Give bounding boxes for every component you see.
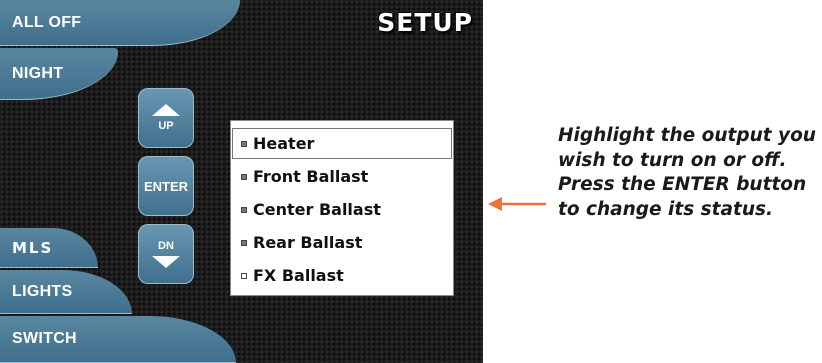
chevron-down-icon bbox=[152, 256, 180, 268]
all-off-label: ALL OFF bbox=[12, 13, 82, 31]
output-label: Heater bbox=[253, 134, 315, 153]
checkbox-icon bbox=[241, 206, 247, 213]
list-item[interactable]: Center Ballast bbox=[231, 193, 453, 226]
mls-button[interactable]: MLS bbox=[0, 228, 98, 268]
checkbox-icon bbox=[241, 140, 247, 147]
night-label: NIGHT bbox=[12, 64, 64, 82]
lights-label: LIGHTS bbox=[12, 282, 73, 300]
down-label: DN bbox=[158, 240, 174, 252]
list-item[interactable]: Heater bbox=[231, 127, 453, 160]
checkbox-icon bbox=[241, 272, 247, 279]
checkbox-icon bbox=[241, 173, 247, 180]
switch-button[interactable]: SWITCH bbox=[0, 316, 236, 363]
list-item[interactable]: Front Ballast bbox=[231, 160, 453, 193]
checkbox-icon bbox=[241, 239, 247, 246]
output-label: FX Ballast bbox=[253, 266, 344, 285]
mls-label: MLS bbox=[12, 238, 54, 257]
output-label: Rear Ballast bbox=[253, 233, 363, 252]
enter-label: ENTER bbox=[143, 178, 189, 194]
lights-button[interactable]: LIGHTS bbox=[0, 270, 132, 314]
all-off-button[interactable]: ALL OFF bbox=[0, 0, 240, 46]
output-label: Front Ballast bbox=[253, 167, 369, 186]
chevron-up-icon bbox=[152, 104, 180, 116]
instruction-text: Highlight the output you wish to turn on… bbox=[558, 125, 816, 220]
output-label: Center Ballast bbox=[253, 200, 381, 219]
switch-label: SWITCH bbox=[12, 330, 77, 347]
device-screen: ALL OFF NIGHT MLS LIGHTS SWITCH SETUP UP… bbox=[0, 0, 483, 363]
output-list: Heater Front Ballast Center Ballast Rear… bbox=[230, 120, 454, 296]
arrow-left-icon bbox=[488, 197, 546, 211]
list-item[interactable]: FX Ballast bbox=[231, 259, 453, 292]
night-button[interactable]: NIGHT bbox=[0, 48, 118, 100]
screen-title: SETUP bbox=[377, 8, 473, 37]
enter-button[interactable]: ENTER bbox=[138, 156, 194, 216]
up-label: UP bbox=[158, 120, 174, 132]
up-button[interactable]: UP bbox=[138, 88, 194, 148]
list-item[interactable]: Rear Ballast bbox=[231, 226, 453, 259]
down-button[interactable]: DN bbox=[138, 224, 194, 284]
